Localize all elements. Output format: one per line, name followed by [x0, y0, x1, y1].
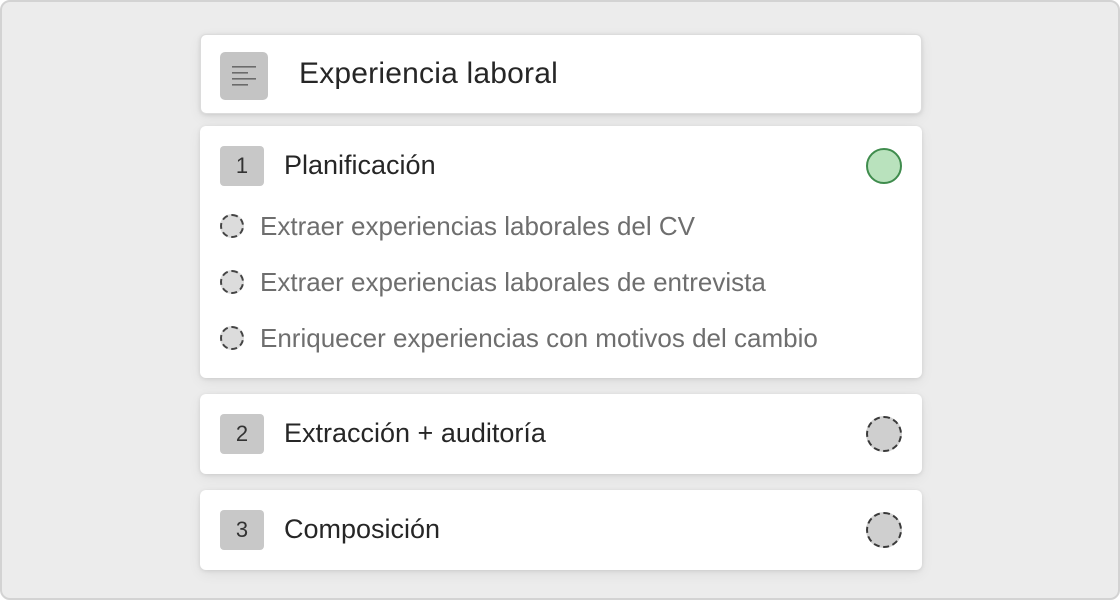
stage-card-planificacion[interactable]: 1 Planificación Extraer experiencias lab… [200, 126, 922, 378]
stage-number-badge: 3 [220, 510, 264, 550]
align-left-icon[interactable] [220, 52, 268, 100]
workflow-panel: Experiencia laboral 1 Planificación Extr… [0, 0, 1120, 600]
stage-number-badge: 2 [220, 414, 264, 454]
status-done-icon [866, 148, 902, 184]
stage-header[interactable]: 3 Composición [200, 490, 922, 570]
step-label: Extraer experiencias laborales de entrev… [260, 267, 766, 297]
step-item[interactable]: Enriquecer experiencias con motivos del … [220, 318, 910, 358]
stage-title: Extracción + auditoría [284, 418, 546, 448]
status-pending-icon [866, 416, 902, 452]
stage-card-extraccion[interactable]: 2 Extracción + auditoría [200, 394, 922, 474]
stage-title: Composición [284, 514, 441, 544]
step-item[interactable]: Extraer experiencias laborales del CV [220, 206, 910, 246]
stage-header[interactable]: 1 Planificación [200, 126, 922, 206]
step-label: Extraer experiencias laborales del CV [260, 211, 695, 241]
stage-header[interactable]: 2 Extracción + auditoría [200, 394, 922, 474]
pending-step-icon [220, 214, 244, 238]
stage-number-badge: 1 [220, 146, 264, 186]
stage-title: Planificación [284, 150, 436, 180]
stage-card-composicion[interactable]: 3 Composición [200, 490, 922, 570]
pending-step-icon [220, 326, 244, 350]
section-title: Experiencia laboral [299, 57, 558, 90]
section-header: Experiencia laboral [200, 34, 922, 114]
step-label: Enriquecer experiencias con motivos del … [260, 323, 818, 353]
pending-step-icon [220, 270, 244, 294]
status-pending-icon [866, 512, 902, 548]
step-item[interactable]: Extraer experiencias laborales de entrev… [220, 262, 910, 302]
